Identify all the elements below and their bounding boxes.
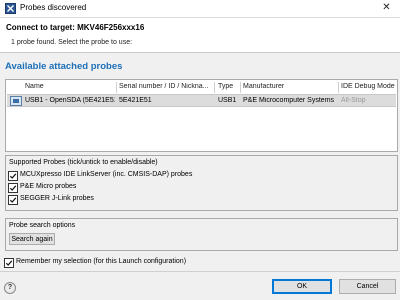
checkbox-label: MCUXpresso IDE LinkServer (inc. CMSIS-DA… xyxy=(20,171,193,178)
probe-manufacturer: P&E Microcomputer Systems xyxy=(243,97,335,104)
column-divider[interactable] xyxy=(116,82,117,93)
column-header-name[interactable]: Name xyxy=(25,83,113,93)
dialog-header: Connect to target: MKV46F256xxx16 1 prob… xyxy=(0,18,400,52)
probe-debug-mode: All-Stop xyxy=(341,97,366,104)
column-header-serial[interactable]: Serial number / ID / Nickna... xyxy=(119,83,212,93)
probe-name: USB1 - OpenSDA (5E421E51) xyxy=(25,97,115,104)
checkbox-label: P&E Micro probes xyxy=(20,183,77,190)
usb-probe-icon xyxy=(10,96,22,106)
search-again-button[interactable]: Search again xyxy=(9,233,55,245)
checkbox-checked-icon[interactable] xyxy=(8,171,18,181)
checkbox-checked-icon[interactable] xyxy=(8,195,18,205)
header-divider xyxy=(0,52,400,53)
probe-serial: 5E421E51 xyxy=(119,97,152,104)
help-icon[interactable]: ? xyxy=(4,282,16,294)
checkbox-checked-icon[interactable] xyxy=(4,258,14,268)
window-title: Probes discovered xyxy=(20,3,87,12)
probe-type: USB1 xyxy=(218,97,237,104)
column-header-manufacturer[interactable]: Manufacturer xyxy=(243,83,336,93)
close-icon[interactable]: ✕ xyxy=(373,0,400,17)
probe-search-label: Probe search options xyxy=(9,222,76,229)
checkbox-label: SEGGER J-Link probes xyxy=(20,195,94,202)
column-divider[interactable] xyxy=(338,82,339,93)
column-divider[interactable] xyxy=(214,82,215,93)
title-bar: Probes discovered ✕ xyxy=(0,0,400,18)
supported-probes-label: Supported Probes (tick/untick to enable/… xyxy=(9,159,158,166)
column-divider[interactable] xyxy=(240,82,241,93)
column-header-type[interactable]: Type xyxy=(218,83,238,93)
column-header-debug-mode[interactable]: IDE Debug Mode xyxy=(341,83,395,93)
footer-divider xyxy=(0,271,400,272)
probe-search-group: Probe search options Search again xyxy=(5,218,398,251)
section-title: Available attached probes xyxy=(5,61,123,72)
probe-count-description: 1 probe found. Select the probe to use: xyxy=(11,39,133,46)
cancel-button[interactable]: Cancel xyxy=(339,279,396,294)
remember-label: Remember my selection (for this Launch c… xyxy=(16,258,187,265)
supported-probes-group: Supported Probes (tick/untick to enable/… xyxy=(5,155,398,211)
eclipse-x-icon xyxy=(5,3,16,14)
table-row[interactable]: USB1 - OpenSDA (5E421E51) 5E421E51 USB1 … xyxy=(7,94,396,107)
probes-table: Name Serial number / ID / Nickna... Type… xyxy=(5,79,398,152)
checkbox-checked-icon[interactable] xyxy=(8,183,18,193)
connect-target-title: Connect to target: MKV46F256xxx16 xyxy=(6,23,145,32)
ok-button[interactable]: OK xyxy=(272,279,332,294)
